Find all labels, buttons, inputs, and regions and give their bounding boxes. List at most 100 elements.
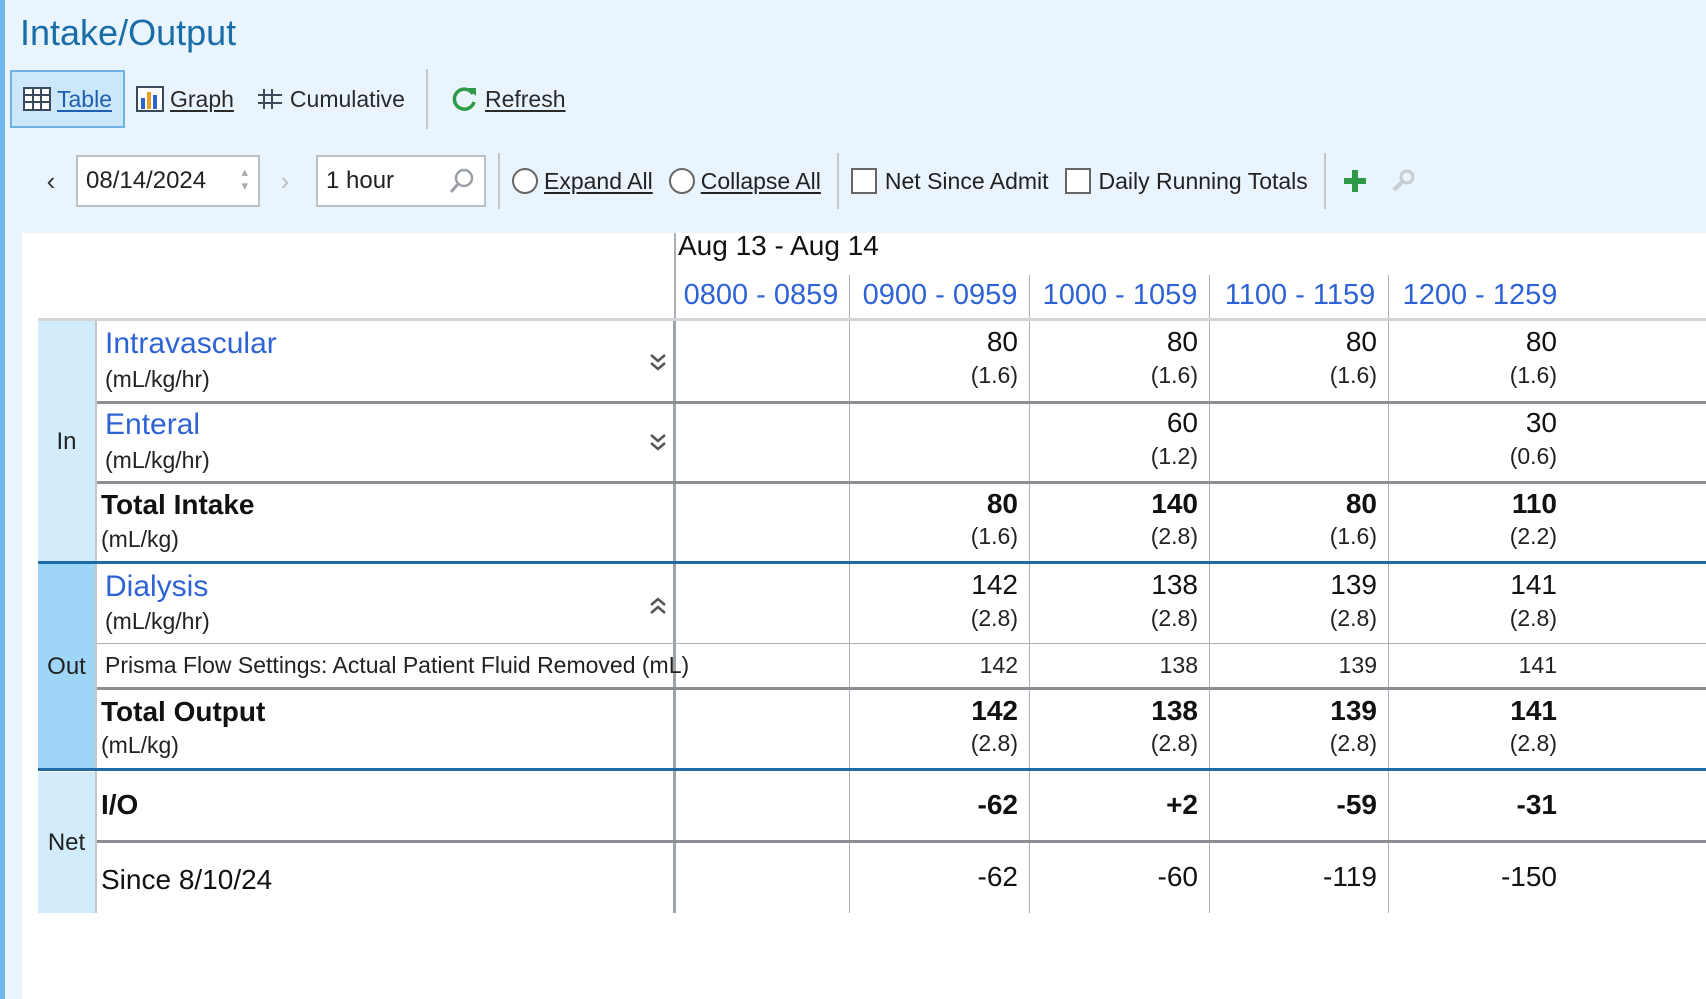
row-divider xyxy=(97,687,1706,690)
table-cell: 139 xyxy=(1330,695,1377,726)
table-cell: -150 xyxy=(1500,861,1557,892)
date-spinner-icon[interactable]: ▴ ▾ xyxy=(241,165,248,193)
table-cell: 142 xyxy=(971,569,1018,600)
row-divider xyxy=(97,401,1706,404)
cumulative-view-button[interactable]: Cumulative xyxy=(245,70,416,128)
cumulative-icon xyxy=(257,89,282,109)
table-cell: 141 xyxy=(1510,695,1557,726)
row-divider xyxy=(97,643,1706,644)
header-rule xyxy=(38,318,1706,321)
expand-chevron-icon[interactable] xyxy=(648,431,668,453)
refresh-icon xyxy=(452,87,476,111)
daily-running-totals-label: Daily Running Totals xyxy=(1098,167,1308,194)
table-cell: 80 xyxy=(986,488,1018,519)
table-cell: -62 xyxy=(977,861,1018,892)
net-since-admit-checkbox[interactable] xyxy=(850,168,877,194)
search-icon[interactable] xyxy=(448,167,476,195)
table-cell: 80 xyxy=(1345,326,1377,357)
daily-running-totals-checkbox[interactable] xyxy=(1064,168,1091,194)
add-icon[interactable] xyxy=(1342,168,1368,194)
table-cell: 141 xyxy=(1510,569,1557,600)
table-cell: 138 xyxy=(1151,695,1198,726)
previous-date-chevron-icon[interactable]: ‹ xyxy=(36,166,66,197)
toolbar-divider xyxy=(425,69,428,129)
total-intake-unit: (mL/kg) xyxy=(101,526,179,552)
column-header-1000[interactable]: 1000 - 1059 xyxy=(1032,279,1208,312)
column-divider xyxy=(849,275,850,318)
column-header-1100[interactable]: 1100 - 1159 xyxy=(1212,279,1388,312)
table-cell: -60 xyxy=(1157,861,1198,892)
table-cell: (1.6) xyxy=(970,362,1018,388)
table-cell: -59 xyxy=(1336,789,1377,820)
expand-chevron-icon[interactable] xyxy=(648,351,668,373)
expand-all-option[interactable]: Expand All xyxy=(512,168,653,195)
column-header-0900[interactable]: 0900 - 0959 xyxy=(854,279,1026,312)
table-cell: (1.6) xyxy=(1150,362,1198,388)
graph-view-button[interactable]: Graph xyxy=(125,70,245,128)
column-divider xyxy=(1209,275,1210,318)
filter-toolbar: ‹ 08/14/2024 ▴ ▾ › 1 hour Expand All Coll… xyxy=(36,152,1416,210)
table-cell: 110 xyxy=(1511,488,1557,519)
table-view-button[interactable]: Table xyxy=(10,70,125,128)
net-since-admit-option[interactable]: Net Since Admit xyxy=(850,167,1049,195)
table-view-label: Table xyxy=(57,85,112,112)
page-title: Intake/Output xyxy=(20,12,237,53)
table-cell: (2.8) xyxy=(1150,523,1198,549)
column-header-0800[interactable]: 0800 - 0859 xyxy=(676,279,846,312)
table-cell: (2.8) xyxy=(970,605,1018,631)
section-divider xyxy=(38,561,1706,564)
total-intake-label: Total Intake xyxy=(101,489,255,520)
filter-divider xyxy=(836,153,839,209)
date-input[interactable]: 08/14/2024 ▴ ▾ xyxy=(76,155,260,207)
net-since-admit-label: Net Since Admit xyxy=(884,167,1049,194)
refresh-button[interactable]: Refresh xyxy=(438,70,577,128)
total-output-unit: (mL/kg) xyxy=(101,732,179,758)
interval-input[interactable]: 1 hour xyxy=(316,155,486,207)
table-cell: 80 xyxy=(1166,326,1198,357)
table-cell: (2.8) xyxy=(1329,730,1377,756)
table-cell: +2 xyxy=(1166,789,1198,820)
expand-all-label: Expand All xyxy=(544,167,653,194)
group-label-in: In xyxy=(38,321,95,562)
collapse-all-label: Collapse All xyxy=(700,167,821,194)
filter-divider xyxy=(498,153,500,209)
next-date-chevron-icon: › xyxy=(280,165,290,196)
table-cell: (2.8) xyxy=(1329,605,1377,631)
date-value: 08/14/2024 xyxy=(86,167,207,194)
table-cell: (2.2) xyxy=(1509,523,1557,549)
table-cell: (1.2) xyxy=(1150,443,1198,469)
table-cell: (2.8) xyxy=(1509,730,1557,756)
intravascular-row-label[interactable]: Intravascular xyxy=(105,327,277,361)
column-divider xyxy=(1029,321,1030,913)
window-left-border xyxy=(0,0,5,999)
table-cell: (0.6) xyxy=(1509,443,1557,469)
view-toolbar: Table Graph Cumulative Refresh xyxy=(10,69,577,129)
enteral-row-label[interactable]: Enteral xyxy=(105,408,200,442)
column-divider xyxy=(1029,275,1030,318)
table-cell: (2.8) xyxy=(1150,605,1198,631)
interval-value: 1 hour xyxy=(326,167,395,194)
refresh-label: Refresh xyxy=(484,85,566,112)
since-row-label: Since 8/10/24 xyxy=(101,864,273,895)
collapse-chevron-icon[interactable] xyxy=(648,595,668,617)
table-cell: (1.6) xyxy=(1329,362,1377,388)
table-cell: 142 xyxy=(979,652,1018,678)
column-divider xyxy=(1388,321,1389,913)
prisma-row-label: Prisma Flow Settings: Actual Patient Flu… xyxy=(105,652,690,678)
collapse-all-option[interactable]: Collapse All xyxy=(668,167,821,195)
table-cell: 138 xyxy=(1159,652,1198,678)
graph-view-label: Graph xyxy=(169,85,234,112)
table-cell: 142 xyxy=(971,695,1018,726)
daily-running-totals-option[interactable]: Daily Running Totals xyxy=(1064,167,1308,195)
bar-chart-icon xyxy=(135,86,164,112)
column-header-1200[interactable]: 1200 - 1259 xyxy=(1390,279,1570,312)
total-output-label: Total Output xyxy=(101,696,266,727)
expand-all-radio[interactable] xyxy=(512,168,538,194)
table-cell: 80 xyxy=(1345,488,1377,519)
row-divider xyxy=(97,481,1706,484)
row-divider xyxy=(97,840,1706,843)
dialysis-row-label[interactable]: Dialysis xyxy=(105,570,208,604)
collapse-all-radio[interactable] xyxy=(668,168,695,194)
table-cell: 30 xyxy=(1525,407,1557,438)
dialysis-unit: (mL/kg/hr) xyxy=(105,608,210,634)
